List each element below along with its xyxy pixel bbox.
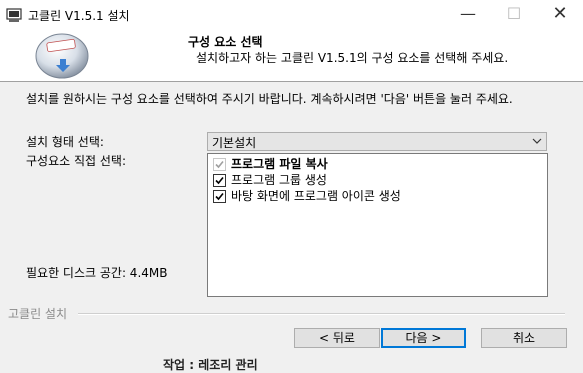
- components-list[interactable]: 프로그램 파일 복사 프로그램 그룹 생성 바탕 화면에 프로그램 아이콘 생성: [207, 153, 548, 297]
- component-label-program-group: 프로그램 그룹 생성: [231, 173, 327, 187]
- page-subtitle: 설치하고자 하는 고클린 V1.5.1의 구성 요소를 선택해 주세요.: [196, 51, 509, 65]
- next-button[interactable]: 다음 >: [381, 328, 466, 348]
- cancel-button[interactable]: 취소: [481, 328, 567, 348]
- installer-branding: 고클린 설치: [8, 307, 68, 321]
- install-type-label: 설치 형태 선택:: [26, 135, 104, 149]
- branding-divider: [78, 313, 565, 315]
- checkbox-desktop-icon[interactable]: [213, 190, 226, 203]
- disk-space-label: 필요한 디스크 공간: 4.4MB: [26, 266, 168, 280]
- checkbox-program-group[interactable]: [213, 174, 226, 187]
- gocleaner-logo-icon: [35, 33, 89, 79]
- checkmark-icon: [215, 176, 224, 185]
- checkmark-icon: [215, 192, 224, 201]
- component-label-desktop-icon: 바탕 화면에 프로그램 아이콘 생성: [231, 189, 401, 203]
- close-button[interactable]: ✕: [537, 0, 583, 30]
- minimize-button[interactable]: —: [445, 0, 491, 30]
- maximize-button[interactable]: ☐: [491, 0, 537, 30]
- component-label-copy-files: 프로그램 파일 복사: [231, 157, 328, 171]
- installer-icon: [6, 8, 22, 22]
- components-label: 구성요소 직접 선택:: [26, 154, 126, 168]
- install-type-value: 기본설치: [212, 136, 257, 150]
- window-title: 고클린 V1.5.1 설치: [28, 9, 130, 23]
- chevron-down-icon: [532, 138, 542, 144]
- checkbox-copy-files: [213, 158, 226, 171]
- back-button[interactable]: < 뒤로: [294, 328, 380, 348]
- title-bar: 고클린 V1.5.1 설치 — ☐ ✕: [0, 0, 583, 31]
- checkmark-icon: [215, 160, 224, 169]
- wizard-header: 구성 요소 선택 설치하고자 하는 고클린 V1.5.1의 구성 요소를 선택해…: [0, 30, 583, 82]
- install-type-select[interactable]: 기본설치: [207, 132, 547, 151]
- page-title: 구성 요소 선택: [188, 35, 263, 49]
- intro-text: 설치를 원하시는 구성 요소를 선택하여 주시기 바랍니다. 계속하시려면 '다…: [26, 92, 513, 106]
